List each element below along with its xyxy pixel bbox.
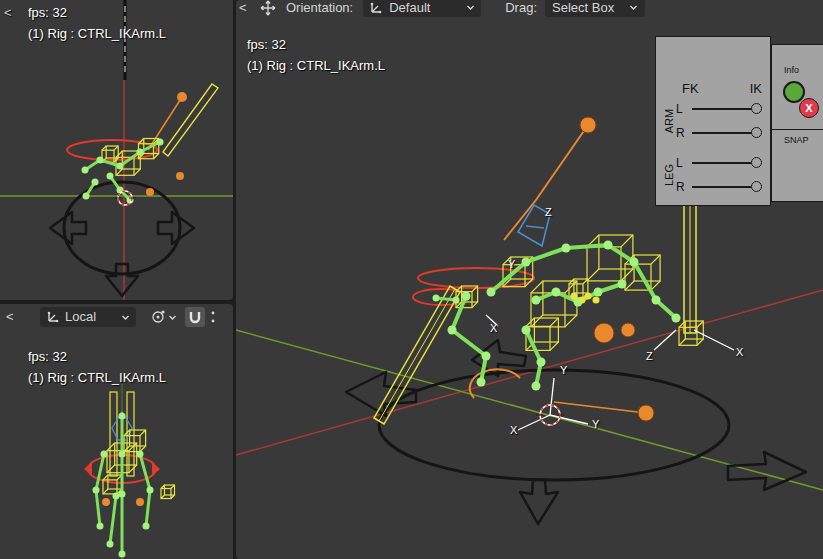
side-label: L: [676, 102, 686, 116]
orientation-dropdown[interactable]: Local: [40, 307, 136, 327]
rig-top-view[interactable]: [0, 0, 233, 300]
chevron-down-icon: [168, 313, 177, 322]
close-button[interactable]: X: [799, 98, 819, 118]
fps-readout: fps: 32: [247, 34, 286, 55]
more-options-icon[interactable]: [211, 310, 215, 324]
viewport-header: < Local: [0, 304, 233, 330]
slider-knob[interactable]: [751, 127, 762, 138]
drag-dropdown[interactable]: Select Box: [545, 0, 645, 17]
active-object-label: (1) Rig : CTRL_IKArm.L: [4, 23, 233, 44]
divider: [772, 129, 823, 130]
front-viewport[interactable]: < Local fps: 32 (1) Rig : CTRL_IKArm.L: [0, 304, 233, 559]
fk-ik-row: L: [676, 151, 764, 175]
viewport-overlay: fps: 32 (1) Rig : CTRL_IKArm.L: [236, 15, 823, 76]
viewport-overlay: fps: 32 (1) Rig : CTRL_IKArm.L: [0, 330, 233, 388]
rig-group: LEGLR: [662, 151, 764, 199]
active-object-label: (1) Rig : CTRL_IKArm.L: [28, 367, 233, 388]
viewport-header: < Orientation: Default Drag: Select Box: [236, 0, 823, 15]
info-label: Info: [784, 65, 799, 76]
group-label: ARM: [663, 109, 675, 133]
pivot-point-icon: [150, 309, 166, 325]
slider-fill: [692, 162, 756, 164]
orientation-value: Local: [65, 307, 116, 327]
slider-knob[interactable]: [751, 157, 762, 168]
side-label: R: [676, 126, 686, 140]
orientation-dropdown[interactable]: Default: [363, 0, 481, 17]
collapse-toggle[interactable]: <: [4, 307, 40, 327]
collapse-toggle[interactable]: <: [4, 2, 28, 23]
column-label: IK: [750, 81, 762, 97]
top-viewport[interactable]: < fps: 32 (1) Rig : CTRL_IKArm.L: [0, 0, 233, 300]
axis-label: Z: [545, 206, 552, 218]
column-label: FK: [682, 81, 699, 97]
collapse-toggle[interactable]: <: [236, 0, 258, 17]
rig-group: ARMLR: [662, 97, 764, 145]
slider-knob[interactable]: [751, 103, 762, 114]
snap-toggle[interactable]: [185, 307, 205, 327]
slider-fill: [692, 186, 756, 188]
chevron-down-icon: [629, 3, 638, 12]
side-label: R: [676, 180, 686, 194]
axis-label: Y: [592, 418, 599, 430]
slider-fill: [692, 132, 756, 134]
drag-label: Drag:: [505, 0, 537, 17]
axis-label: X: [736, 346, 743, 358]
fk-ik-slider[interactable]: [692, 132, 756, 134]
chevron-down-icon: [466, 3, 475, 12]
blender-window: < fps: 32 (1) Rig : CTRL_IKArm.L < Local: [0, 0, 823, 559]
axis-label: X: [510, 424, 517, 436]
group-rows: LR: [676, 151, 764, 199]
axis-label: X: [490, 322, 497, 334]
axis-label: Z: [646, 350, 653, 362]
fps-readout: fps: 32: [28, 346, 233, 367]
slider-fill: [692, 108, 756, 110]
fk-ik-slider[interactable]: [692, 108, 756, 110]
group-label-box: LEG: [662, 151, 676, 199]
move-gizmo-icon[interactable]: [260, 0, 276, 16]
orientation-value: Default: [389, 0, 460, 17]
fk-ik-slider[interactable]: [692, 186, 756, 188]
side-label: L: [676, 156, 686, 170]
axis-label-layer: Z Y X Y Z X X Y: [236, 0, 823, 559]
main-viewport[interactable]: FK IK ARMLRLEGLR Info X SNAP ZYXYZXXY < …: [236, 0, 823, 559]
mode-header: FK IK: [662, 81, 764, 97]
group-rows: LR: [676, 97, 764, 145]
axis-label: Y: [508, 258, 515, 270]
snap-label: SNAP: [784, 135, 809, 146]
transform-orientation-icon: [46, 310, 60, 324]
rig-groups: ARMLRLEGLR: [662, 97, 764, 199]
close-glyph: X: [805, 103, 812, 114]
active-object-label: (1) Rig : CTRL_IKArm.L: [247, 55, 385, 76]
viewport-overlay: < fps: 32 (1) Rig : CTRL_IKArm.L: [0, 0, 233, 44]
slider-knob[interactable]: [751, 181, 762, 192]
fk-ik-slider[interactable]: [692, 162, 756, 164]
fps-readout: fps: 32: [28, 2, 67, 23]
rig-ui-panel[interactable]: FK IK ARMLRLEGLR: [655, 36, 771, 206]
fk-ik-row: R: [676, 175, 764, 199]
axis-label: Y: [560, 364, 567, 376]
fk-ik-row: R: [676, 121, 764, 145]
orientation-label: Orientation:: [286, 0, 353, 17]
rig-info-panel: Info X SNAP: [771, 44, 823, 202]
rig-front-view[interactable]: [0, 304, 233, 559]
transform-orientation-icon: [369, 1, 383, 15]
fk-ik-row: L: [676, 97, 764, 121]
group-label: LEG: [663, 164, 675, 186]
pivot-dropdown[interactable]: [150, 309, 177, 325]
left-column: < fps: 32 (1) Rig : CTRL_IKArm.L < Local: [0, 0, 233, 559]
magnet-icon: [188, 310, 202, 324]
chevron-down-icon: [121, 313, 130, 322]
drag-value: Select Box: [552, 0, 623, 17]
group-label-box: ARM: [662, 97, 676, 145]
